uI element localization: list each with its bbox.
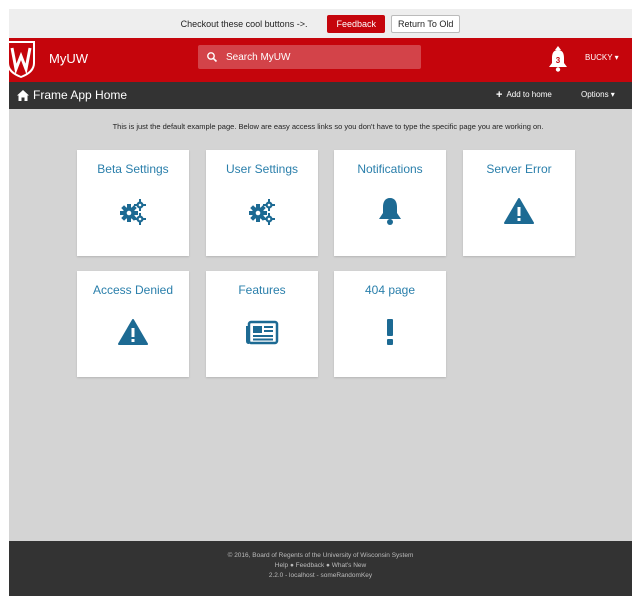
tile-title: Features [238,283,286,297]
notification-count-badge: 3 [555,56,561,65]
tile-title: Notifications [357,162,423,176]
bell-icon [379,198,401,225]
search-input[interactable]: Search MyUW [198,45,421,69]
tile-user-settings[interactable]: User Settings [206,150,318,256]
add-to-home-label: Add to home [506,90,552,99]
uw-logo[interactable] [5,39,37,79]
feedback-button[interactable]: Feedback [327,14,385,33]
search-placeholder: Search MyUW [226,51,291,63]
tile-title: Access Denied [92,283,174,297]
warning-icon [504,198,534,224]
cogs-icon [120,199,146,225]
search-icon [207,52,218,63]
intro-text: This is just the default example page. B… [112,122,544,131]
tile-notifications[interactable]: Notifications [334,150,446,256]
newspaper-icon [246,320,279,345]
beta-banner: Checkout these cool buttons ->. Feedback… [9,9,632,38]
tile-title: 404 page [364,283,416,297]
cogs-icon [249,199,275,225]
page-title-text: Frame App Home [33,88,128,102]
tile-access-denied[interactable]: Access Denied [77,271,189,377]
notifications-button[interactable]: 3 [545,46,571,74]
exclamation-icon [387,319,393,345]
options-menu[interactable]: Options ▾ [581,90,615,99]
footer-links[interactable]: Help ● Feedback ● What's New [9,561,632,571]
tile-404-page[interactable]: 404 page [334,271,446,377]
tile-title: Beta Settings [97,162,169,176]
banner-text: Checkout these cool buttons ->. [180,18,308,29]
footer-version: 2.2.0 - localhost - someRandomKey [268,572,373,579]
tile-title: Server Error [486,162,552,176]
warning-icon [118,319,148,345]
brand-name[interactable]: MyUW [49,51,88,66]
tile-title: User Settings [225,162,299,176]
tile-server-error[interactable]: Server Error [463,150,575,256]
page-title: Frame App Home [17,88,127,102]
app-header: MyUW Search MyUW 3 BUCKY ▾ [7,38,632,82]
app-frame: Checkout these cool buttons ->. Feedback… [7,9,632,596]
user-menu[interactable]: BUCKY ▾ [585,53,619,62]
plus-icon: + [496,88,503,101]
tile-features[interactable]: Features [206,271,318,377]
footer-copyright: © 2016, Board of Regents of the Universi… [227,552,414,559]
footer: © 2016, Board of Regents of the Universi… [9,541,632,596]
app-toolbar: Frame App Home + Add to home Options ▾ [9,82,632,109]
add-to-home-button[interactable]: + Add to home [496,88,552,101]
return-to-old-button[interactable]: Return To Old [390,14,461,33]
home-icon [17,89,29,101]
tile-beta-settings[interactable]: Beta Settings [77,150,189,256]
